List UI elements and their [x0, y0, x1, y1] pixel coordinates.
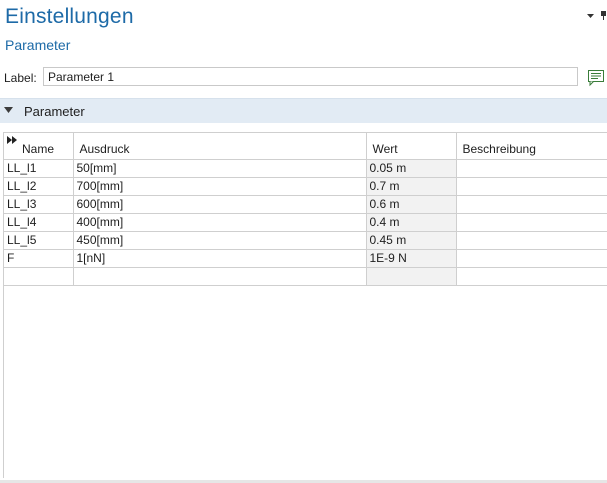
table-row[interactable]: LL_l3 600[mm] 0.6 m	[4, 195, 607, 214]
cell-description[interactable]	[456, 159, 607, 178]
parameter-section-header[interactable]: Parameter	[0, 98, 607, 123]
cell-description[interactable]	[456, 177, 607, 196]
cell-value: 0.4 m	[366, 213, 457, 232]
cell-value: 0.05 m	[366, 159, 457, 178]
table-row[interactable]: LL_l5 450[mm] 0.45 m	[4, 231, 607, 250]
cell-name[interactable]: LL_l3	[4, 195, 74, 214]
cell-name[interactable]: LL_l1	[4, 159, 74, 178]
cell-description[interactable]	[456, 267, 607, 286]
table-row[interactable]: F 1[nN] 1E-9 N	[4, 249, 607, 268]
cell-value	[366, 267, 457, 286]
column-header-value-label: Wert	[372, 141, 398, 156]
table-row[interactable]: LL_l1 50[mm] 0.05 m	[4, 159, 607, 178]
double-arrow-right-icon[interactable]	[7, 136, 18, 144]
column-header-value[interactable]: Wert	[366, 133, 457, 160]
comment-list-icon[interactable]	[586, 67, 606, 87]
settings-title: Einstellungen	[5, 5, 134, 28]
cell-name[interactable]: LL_l2	[4, 177, 74, 196]
cell-expression[interactable]: 50[mm]	[73, 159, 367, 178]
column-header-description[interactable]: Beschreibung	[456, 133, 607, 160]
cell-name[interactable]: LL_l4	[4, 213, 74, 232]
cell-expression[interactable]: 1[nN]	[73, 249, 367, 268]
column-header-name[interactable]: Name	[4, 133, 74, 160]
cell-name[interactable]: LL_l5	[4, 231, 74, 250]
table-row-empty[interactable]	[4, 267, 607, 286]
table-header-row: Name Ausdruck Wert Beschreibung	[4, 133, 607, 160]
cell-value: 0.7 m	[366, 177, 457, 196]
table-row[interactable]: LL_l4 400[mm] 0.4 m	[4, 213, 607, 232]
pin-icon[interactable]	[599, 11, 607, 20]
label-caption: Label:	[4, 71, 37, 85]
cell-value: 1E-9 N	[366, 249, 457, 268]
column-header-expression-label: Ausdruck	[79, 141, 130, 156]
column-header-expression[interactable]: Ausdruck	[73, 133, 367, 160]
cell-name[interactable]	[4, 267, 74, 286]
cell-expression[interactable]: 400[mm]	[73, 213, 367, 232]
cell-value: 0.6 m	[366, 195, 457, 214]
cell-description[interactable]	[456, 249, 607, 268]
chevron-down-icon[interactable]	[586, 11, 595, 20]
cell-expression[interactable]: 600[mm]	[73, 195, 367, 214]
settings-subtitle: Parameter	[5, 37, 71, 53]
cell-expression[interactable]: 450[mm]	[73, 231, 367, 250]
cell-value: 0.45 m	[366, 231, 457, 250]
parameter-table: Name Ausdruck Wert Beschreibung LL_l1 50…	[4, 133, 607, 286]
column-header-description-label: Beschreibung	[462, 141, 536, 156]
triangle-down-icon[interactable]	[4, 107, 13, 114]
cell-description[interactable]	[456, 231, 607, 250]
parameter-table-container: Name Ausdruck Wert Beschreibung LL_l1 50…	[3, 132, 607, 478]
section-title: Parameter	[24, 104, 85, 119]
cell-name[interactable]: F	[4, 249, 74, 268]
cell-expression[interactable]	[73, 267, 367, 286]
cell-description[interactable]	[456, 213, 607, 232]
cell-expression[interactable]: 700[mm]	[73, 177, 367, 196]
cell-description[interactable]	[456, 195, 607, 214]
label-field[interactable]	[43, 67, 578, 86]
settings-window: Einstellungen Parameter Label: Parameter	[0, 0, 607, 483]
table-row[interactable]: LL_l2 700[mm] 0.7 m	[4, 177, 607, 196]
